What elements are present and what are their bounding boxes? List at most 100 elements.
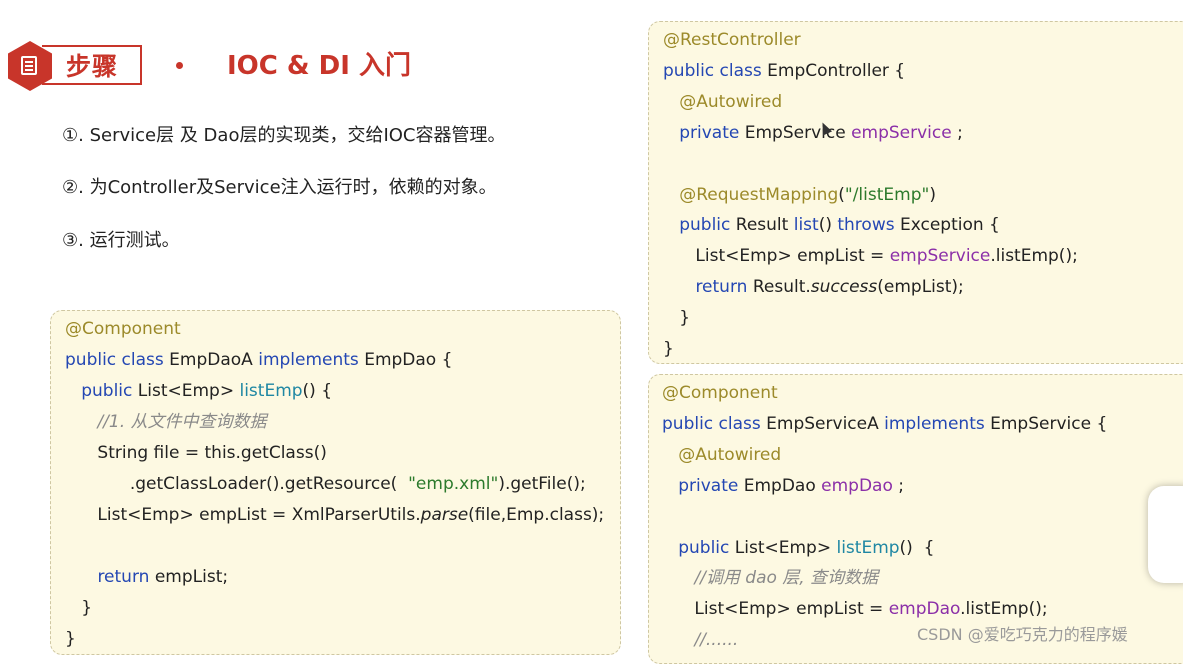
code-token: () { (302, 381, 333, 401)
code-token: @Component (65, 319, 181, 339)
code-token: @RestController (663, 30, 801, 50)
code-token: list (793, 215, 819, 236)
code-token: public (679, 215, 736, 236)
code-token: List<Emp> (734, 537, 837, 558)
code-token: throws (837, 215, 900, 236)
code-token: implements (258, 350, 365, 370)
code-line: @RestController (663, 28, 801, 52)
code-line: @Component (662, 381, 778, 405)
code-token: ).getFile(); (498, 474, 586, 494)
code-token: empService (851, 122, 952, 143)
code-line: } (663, 306, 690, 330)
code-token: Exception { (899, 215, 1000, 236)
code-token: return (97, 567, 155, 587)
code-token: EmpService { (990, 413, 1108, 434)
code-line: private EmpDao empDao ; (662, 474, 904, 498)
floating-panel[interactable] (1148, 486, 1183, 583)
code-token: //...... (694, 630, 739, 651)
code-token: "emp.xml" (408, 474, 499, 494)
code-token: public class (663, 60, 768, 81)
code-token: List<Emp> empList = (662, 599, 889, 620)
code-token: EmpServiceA (766, 413, 885, 434)
code-line: public Result list() throws Exception { (663, 213, 1000, 237)
code-token: String file = this.getClass() (65, 443, 327, 463)
code-line: @Autowired (662, 443, 781, 467)
code-token: empDao (821, 475, 893, 496)
code-line: //1. 从文件中查询数据 (65, 410, 267, 434)
code-token: parse (420, 505, 469, 525)
code-token: (empList); (877, 277, 964, 298)
code-line: List<Emp> empList = XmlParserUtils.parse… (65, 503, 604, 527)
code-line: .getClassLoader().getResource( "emp.xml"… (65, 472, 586, 496)
code-token: EmpDao { (364, 350, 453, 370)
code-token: listEmp (239, 381, 303, 401)
code-token: .listEmp(); (990, 246, 1078, 267)
code-token: success (810, 277, 878, 298)
code-line: public class EmpDaoA implements EmpDao { (65, 348, 452, 372)
title-bullet (176, 62, 183, 69)
code-line: public class EmpServiceA implements EmpS… (662, 412, 1107, 436)
code-token: EmpController { (767, 60, 906, 81)
code-line: @Autowired (663, 90, 782, 114)
code-token: Result (735, 215, 794, 236)
code-token: //1. 从文件中查询数据 (97, 412, 267, 432)
code-line: //...... (662, 628, 738, 652)
code-token: implements (884, 413, 991, 434)
code-token: } (65, 629, 76, 649)
code-token: () (818, 215, 838, 236)
code-token: return (695, 277, 753, 298)
code-token: } (65, 598, 93, 618)
code-token: private (679, 122, 745, 143)
code-token: .getClassLoader().getResource( (65, 474, 409, 494)
code-line: public List<Emp> listEmp() { (662, 536, 934, 560)
page-title: IOC & DI 入门 (227, 51, 411, 81)
code-card-dao: @Component public class EmpDaoA implement… (50, 310, 621, 655)
code-token: .listEmp(); (960, 599, 1048, 620)
code-token: @Autowired (678, 444, 782, 465)
code-token: public (678, 537, 735, 558)
code-line: @Component (65, 317, 181, 341)
code-line: //调用 dao 层, 查询数据 (662, 566, 878, 590)
code-token: } (663, 308, 691, 329)
code-token: @RequestMapping (679, 184, 839, 205)
code-token: private (678, 475, 744, 496)
code-token: Result. (752, 277, 811, 298)
code-card-controller: @RestController public class EmpControlle… (648, 21, 1183, 364)
code-token: "/listEmp" (844, 184, 930, 205)
code-line: private EmpService empService ; (663, 121, 963, 145)
code-token: empList; (154, 567, 229, 587)
code-line: return Result.success(empList); (663, 275, 964, 299)
code-token: ( (838, 184, 845, 205)
code-line: @RequestMapping("/listEmp") (663, 183, 936, 207)
code-token: public class (662, 413, 767, 434)
code-token: public class (65, 350, 170, 370)
code-line: return empList; (65, 565, 228, 589)
code-token: ; (951, 122, 963, 143)
code-token: EmpDaoA (169, 350, 259, 370)
step-item-1: ①. Service层 及 Dao层的实现类，交给IOC容器管理。 (62, 125, 506, 146)
code-token: //调用 dao 层, 查询数据 (694, 568, 879, 589)
code-token: List<Emp> empList = XmlParserUtils. (65, 505, 421, 525)
code-token: empDao (888, 599, 961, 620)
code-line: } (65, 627, 76, 651)
code-line: String file = this.getClass() (65, 441, 327, 465)
step-label-box: 步骤 (42, 45, 142, 85)
code-token: ; (892, 475, 904, 496)
code-token: public (81, 381, 138, 401)
code-line: List<Emp> empList = empDao.listEmp(); (662, 597, 1048, 621)
code-token: @Component (662, 383, 778, 403)
code-token: () { (899, 537, 935, 558)
code-token: @Autowired (679, 91, 783, 112)
step-label: 步骤 (66, 52, 119, 81)
step-item-3: ③. 运行测试。 (62, 230, 180, 251)
step-item-2: ②. 为Controller及Service注入运行时，依赖的对象。 (62, 177, 497, 198)
